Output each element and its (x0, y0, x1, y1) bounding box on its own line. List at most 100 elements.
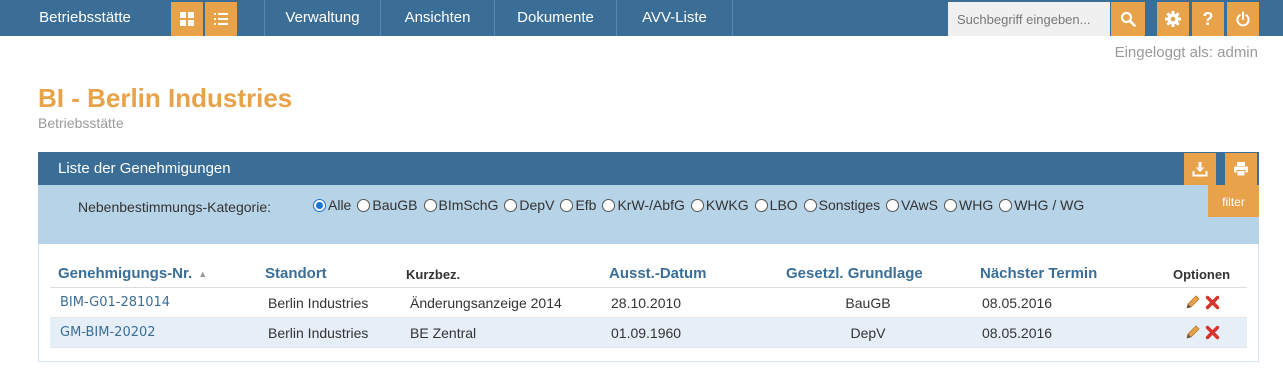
cell-datum: 01.09.1960 (611, 325, 682, 341)
cell-kurzbez: BE Zentral (410, 325, 477, 341)
panel-header: Liste der Genehmigungen (38, 152, 1259, 185)
radio-label: BImSchG (438, 197, 499, 213)
radio-button[interactable] (560, 198, 574, 212)
radio-button[interactable] (690, 198, 704, 212)
filter-button[interactable]: filter (1208, 185, 1259, 217)
column-header-grundlage[interactable]: Gesetzl. Grundlage (786, 265, 923, 282)
radio-button[interactable] (803, 198, 817, 212)
column-header-nr-label: Genehmigungs-Nr. (58, 265, 193, 282)
page-subtitle: Betriebsstätte (38, 115, 124, 131)
cell-standort: Berlin Industries (268, 325, 369, 341)
search-button[interactable] (1111, 2, 1145, 36)
category-radio-vaws[interactable]: VAwS (886, 197, 938, 213)
radio-button[interactable] (423, 198, 437, 212)
download-button[interactable] (1184, 153, 1216, 185)
top-navbar: Betriebsstätte Verwaltung Ansichten Doku… (0, 0, 1283, 36)
column-header-nr[interactable]: Genehmigungs-Nr. ▲ (58, 265, 207, 282)
radio-button[interactable] (313, 198, 326, 212)
search-input[interactable] (948, 2, 1110, 36)
radio-button[interactable] (944, 198, 957, 212)
radio-label: BauGB (372, 197, 418, 213)
grid-view-button[interactable] (171, 2, 203, 36)
radio-label: LBO (769, 197, 798, 213)
category-radio-sonstiges[interactable]: Sonstiges (803, 197, 881, 213)
list-icon (214, 13, 228, 25)
nav-divider (732, 0, 733, 36)
logged-in-status: Eingeloggt als: admin (1114, 44, 1258, 61)
category-radio-efb[interactable]: Efb (560, 197, 596, 213)
nav-link-ansichten[interactable]: Ansichten (381, 0, 494, 36)
radio-label: VAwS (901, 197, 938, 213)
help-icon: ? (1202, 8, 1214, 29)
permits-table: Genehmigungs-Nr. ▲ Standort Kurzbez. Auss… (50, 261, 1247, 348)
category-radio-depv[interactable]: DepV (504, 197, 554, 213)
radio-label: WHG (959, 197, 994, 213)
logout-button[interactable] (1227, 2, 1259, 36)
radio-label: Efb (575, 197, 597, 213)
column-header-termin[interactable]: Nächster Termin (980, 265, 1097, 282)
print-button[interactable] (1225, 153, 1257, 185)
cell-nr[interactable]: BIM-G01-281014 (60, 295, 170, 310)
category-radio-lbo[interactable]: LBO (754, 197, 798, 213)
category-radio-group: Alle BauGB BImSchG DepV Efb KrW-/AbfG KWKG LBO S… (313, 197, 1133, 213)
filter-label: Nebenbestimmungs-Kategorie: (78, 199, 271, 215)
panel-title: Liste der Genehmigungen (58, 160, 231, 177)
cell-grundlage: DepV (850, 325, 886, 341)
radio-label: DepV (519, 197, 555, 213)
gear-icon (1165, 11, 1181, 27)
page-title: BI - Berlin Industries (38, 83, 293, 113)
cell-termin: 08.05.2016 (982, 325, 1053, 341)
download-icon (1192, 162, 1208, 177)
category-radio-alle[interactable]: Alle (313, 197, 351, 213)
radio-button[interactable] (999, 198, 1013, 212)
help-button[interactable]: ? (1192, 2, 1224, 36)
table-body: BIM-G01-281014 Berlin Industries Änderungs… (50, 288, 1247, 348)
settings-button[interactable] (1157, 2, 1189, 36)
category-radio-bimschg[interactable]: BImSchG (423, 197, 499, 213)
edit-pencil-icon[interactable] (1185, 294, 1201, 310)
column-header-kurzbez: Kurzbez. (406, 267, 461, 282)
table-header-row: Genehmigungs-Nr. ▲ Standort Kurzbez. Auss… (50, 261, 1247, 288)
delete-x-icon[interactable] (1205, 325, 1220, 340)
radio-button[interactable] (886, 198, 900, 212)
radio-button[interactable] (357, 198, 371, 212)
radio-label: Alle (328, 197, 352, 213)
radio-label: Sonstiges (818, 197, 881, 213)
nav-link-dokumente[interactable]: Dokumente (495, 0, 616, 36)
cell-nr[interactable]: GM-BIM-20202 (60, 325, 156, 340)
category-radio-whg[interactable]: WHG (944, 197, 993, 213)
table-row: GM-BIM-20202 Berlin Industries BE Zentral 0… (50, 318, 1247, 348)
filter-bar: Nebenbestimmungs-Kategorie: Alle BauGB BIm… (38, 185, 1259, 244)
printer-icon (1234, 162, 1248, 177)
radio-label: KrW-/AbfG (617, 197, 685, 213)
radio-button[interactable] (754, 198, 768, 212)
list-view-button[interactable] (205, 2, 237, 36)
sort-asc-icon: ▲ (198, 269, 208, 280)
cell-kurzbez: Änderungsanzeige 2014 (410, 295, 562, 311)
row-options (1185, 324, 1220, 340)
column-header-optionen: Optionen (1173, 267, 1231, 282)
radio-label: WHG / WG (1014, 197, 1085, 213)
edit-pencil-icon[interactable] (1185, 324, 1201, 340)
grid-icon (180, 12, 194, 26)
radio-label: KWKG (705, 197, 749, 213)
row-options (1185, 294, 1220, 310)
nav-link-verwaltung[interactable]: Verwaltung (265, 0, 380, 36)
cell-grundlage: BauGB (845, 295, 891, 311)
nav-link-avv-liste[interactable]: AVV-Liste (617, 0, 732, 36)
radio-button[interactable] (504, 198, 518, 212)
column-header-datum[interactable]: Ausst.-Datum (609, 265, 707, 282)
category-radio-baugb[interactable]: BauGB (357, 197, 418, 213)
nav-brand-link[interactable]: Betriebsstätte (0, 0, 170, 36)
search-icon (1120, 11, 1136, 27)
category-radio-kwkg[interactable]: KWKG (690, 197, 749, 213)
delete-x-icon[interactable] (1205, 295, 1220, 310)
category-radio-whg-wg[interactable]: WHG / WG (999, 197, 1084, 213)
cell-termin: 08.05.2016 (982, 295, 1053, 311)
power-icon (1236, 11, 1250, 27)
category-radio-krw-abfg[interactable]: KrW-/AbfG (602, 197, 685, 213)
table-row: BIM-G01-281014 Berlin Industries Änderungs… (50, 288, 1247, 318)
radio-button[interactable] (602, 198, 616, 212)
column-header-standort[interactable]: Standort (265, 265, 327, 282)
panel-body: Genehmigungs-Nr. ▲ Standort Kurzbez. Auss… (38, 244, 1259, 362)
